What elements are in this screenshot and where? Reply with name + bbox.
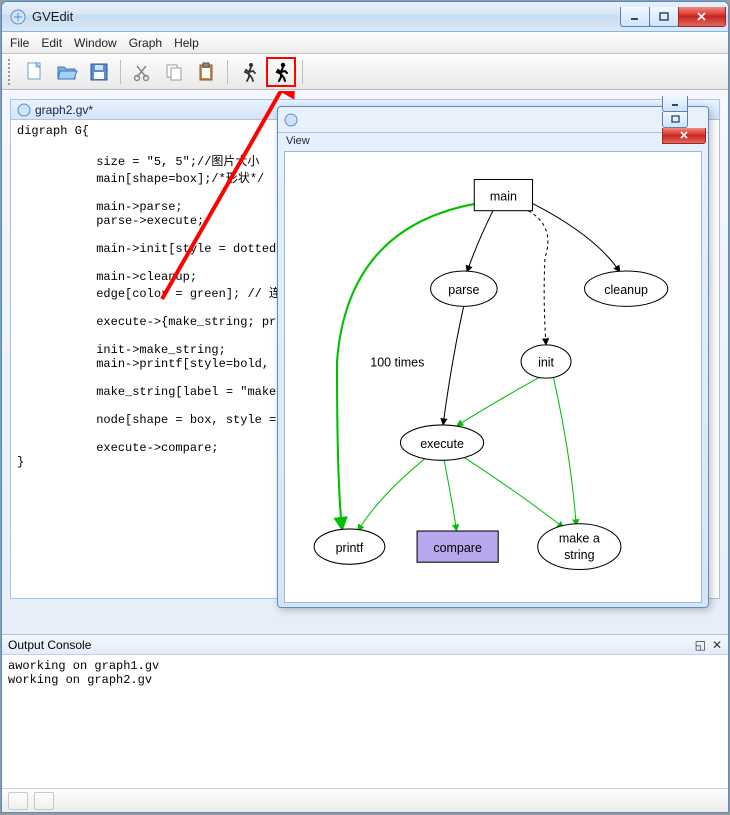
run-button[interactable] (266, 57, 296, 87)
node-cleanup: cleanup (585, 271, 668, 306)
view-label: View (278, 133, 708, 151)
cut-button[interactable] (127, 57, 157, 87)
view-app-icon (284, 113, 298, 127)
save-icon (89, 62, 109, 82)
output-console: Output Console ◱ ✕ aworking on graph1.gv… (2, 634, 728, 812)
minimize-button[interactable] (620, 7, 650, 27)
paste-button[interactable] (191, 57, 221, 87)
svg-text:main: main (490, 189, 517, 203)
node-init: init (521, 345, 571, 378)
scissors-icon (132, 62, 152, 82)
graph-canvas[interactable]: 100 times main parse cleanup (284, 151, 702, 603)
menu-file[interactable]: File (10, 36, 29, 50)
menubar: File Edit Window Graph Help (2, 32, 728, 54)
copy-button[interactable] (159, 57, 189, 87)
toolbar (2, 54, 728, 90)
toolbar-separator (302, 60, 303, 84)
console-header[interactable]: Output Console ◱ ✕ (2, 635, 728, 655)
node-make-string: make a string (538, 524, 621, 570)
app-icon (10, 9, 26, 25)
svg-text:parse: parse (448, 283, 479, 297)
status-button-2[interactable] (34, 792, 54, 810)
statusbar (2, 788, 728, 812)
new-file-icon (25, 61, 45, 83)
copy-icon (164, 62, 184, 82)
menu-edit[interactable]: Edit (41, 36, 62, 50)
node-parse: parse (431, 271, 498, 306)
graph-svg: 100 times main parse cleanup (285, 152, 701, 602)
svg-text:cleanup: cleanup (604, 283, 648, 297)
node-printf: printf (314, 529, 385, 564)
close-button[interactable] (678, 7, 726, 27)
toolbar-separator (227, 60, 228, 84)
svg-text:printf: printf (336, 541, 364, 555)
svg-text:make a: make a (559, 531, 600, 545)
status-button-1[interactable] (8, 792, 28, 810)
run-last-button[interactable] (234, 57, 264, 87)
view-titlebar[interactable] (278, 107, 708, 133)
svg-text:string: string (564, 548, 595, 562)
window-title: GVEdit (32, 9, 73, 24)
console-title: Output Console (8, 638, 91, 652)
menu-help[interactable]: Help (174, 36, 199, 50)
node-execute: execute (400, 425, 483, 460)
view-maximize-button[interactable] (662, 112, 688, 128)
svg-text:compare: compare (433, 541, 482, 555)
editor-title: graph2.gv* (35, 103, 93, 117)
view-window: View (277, 106, 709, 608)
runner-icon (271, 61, 291, 83)
titlebar[interactable]: GVEdit (2, 2, 728, 32)
new-button[interactable] (20, 57, 50, 87)
document-icon (17, 103, 31, 117)
workspace: graph2.gv* digraph G{ size = "5, 5";//图片… (2, 90, 728, 634)
toolbar-handle[interactable] (8, 59, 14, 85)
save-button[interactable] (84, 57, 114, 87)
node-main: main (474, 179, 532, 210)
svg-text:execute: execute (420, 437, 464, 451)
toolbar-separator (120, 60, 121, 84)
node-compare: compare (417, 531, 498, 562)
open-button[interactable] (52, 57, 82, 87)
menu-graph[interactable]: Graph (129, 36, 162, 50)
edge-label: 100 times (370, 356, 424, 370)
console-float-icon[interactable]: ◱ (695, 638, 706, 652)
main-window: GVEdit File Edit Window Graph Help (1, 1, 729, 813)
console-text[interactable]: aworking on graph1.gv working on graph2.… (2, 655, 728, 788)
console-close-icon[interactable]: ✕ (712, 638, 722, 652)
maximize-button[interactable] (649, 7, 679, 27)
menu-window[interactable]: Window (74, 36, 117, 50)
view-minimize-button[interactable] (662, 96, 688, 112)
open-folder-icon (56, 62, 78, 82)
runner-icon (239, 61, 259, 83)
svg-text:init: init (538, 356, 554, 370)
window-controls (621, 6, 728, 27)
clipboard-icon (196, 62, 216, 82)
